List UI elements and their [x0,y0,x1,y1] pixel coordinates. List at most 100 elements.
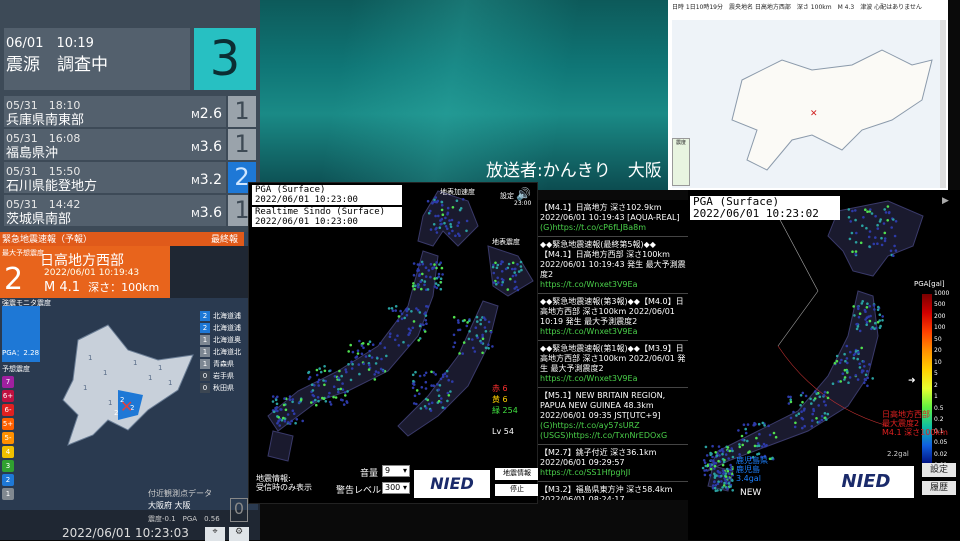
station-dot [839,380,842,383]
station-dot [894,220,898,223]
station-dot [422,323,425,327]
station-dot [368,349,371,353]
station-dot [317,378,321,382]
feed-text: 【M4.1】日高地方 深さ102.9km 2022/06/01 10:19:43… [540,203,680,222]
station-dot [449,225,453,229]
station-dot [373,373,376,376]
feed-item[interactable]: ◆◆緊急地震速報(最終第5報)◆◆【M4.1】日高地方西部 深さ100km 20… [538,237,688,294]
pga-tick-label: 1 [934,393,938,401]
feed-item[interactable]: 【M5.1】NEW BRITAIN REGION, PAPUA NEW GUIN… [538,388,688,445]
speaker-icon[interactable]: 🔊 [516,187,531,201]
station-dot [845,357,849,360]
feed-link[interactable]: (G)https://t.co/ay57sURZ (USGS)https://t… [540,421,686,441]
feed-link[interactable]: https://t.co/SS1HfpghJI [540,468,686,478]
station-dot [342,403,346,406]
station-dot [288,395,292,398]
eew-title: 緊急地震速報（予報） [2,235,93,245]
station-dot [311,389,315,392]
station-dot [332,385,336,388]
station-dot [301,419,304,423]
station-dot [310,383,314,386]
play-icon[interactable]: ▶ [942,196,949,206]
warn-level-select[interactable]: 300 ▾ [382,482,410,494]
station-dot [468,330,471,333]
station-dot [496,281,500,284]
station-dot [883,208,886,211]
quake-history-row[interactable]: 05/31 14:42 茨城県南部 M3.6 [4,195,226,227]
station-dot [826,391,829,394]
station-dot [893,244,896,248]
station-dot [403,316,406,320]
station-dot [811,412,814,416]
volume-select[interactable]: 9 ▾ [382,465,410,477]
station-dot [455,199,459,202]
kyoshin-stats: 赤 6 黄 6 緑 254 [492,383,518,416]
pga-scale-title: PGA[gal] [914,280,945,288]
legend-level: 5+ [2,418,14,430]
station-dot [343,391,347,394]
feed-item[interactable]: 【M2.7】銚子付近 深さ36.1km 2022/06/01 09:29:57 h… [538,445,688,482]
quake-info-button[interactable]: 地震情報 [495,468,539,480]
station-dot [443,372,447,375]
station-dot [356,349,360,352]
station-dot [803,407,806,411]
feed-item[interactable]: 【M3.2】福島県東方沖 深さ58.4km 2022/06/01 08:24:1… [538,482,688,500]
station-dot [438,226,442,229]
station-dot [730,466,733,469]
feed-link[interactable]: (G)https://t.co/cP6fLJBa8m [540,223,686,233]
kyoshin-settings[interactable]: 設定 🔊 [500,187,531,201]
station-dot [465,229,468,233]
station-dot [290,419,293,423]
station-dot [708,474,712,477]
quake-history-row[interactable]: 05/31 18:10 兵庫県南東部 M2.6 [4,96,226,128]
station-intensity: 0 [200,371,210,381]
locate-button[interactable]: ⌖ [205,527,225,541]
station-dot [496,276,499,280]
station-dot [772,431,776,435]
station-dot [519,260,523,264]
station-dot [429,228,433,231]
station-dot [275,402,279,406]
gal-value: 2.2gal [887,450,909,458]
settings-gear-icon[interactable]: ⚙ [229,527,249,541]
station-dot [276,395,279,399]
station-dot [889,249,893,253]
quake-history-row[interactable]: 05/31 15:50 石川県能登地方 M3.2 [4,162,226,194]
feed-link[interactable]: https://t.co/Wnxet3V9Ea [540,280,686,290]
station-dot [731,489,734,492]
latest-intensity-badge: 3 [194,28,256,90]
station-dot [789,416,793,420]
history-place: 茨城県南部 [6,212,72,227]
station-dot [291,409,295,412]
quake-history-row[interactable]: 05/31 16:08 福島県沖 M3.6 [4,129,226,161]
station-dot [413,394,417,398]
station-dot [801,391,805,395]
station-dot [397,344,401,347]
station-dot [713,476,717,479]
feed-link[interactable]: https://t.co/Wnxet3V9Ea [540,374,686,384]
pga-tick-label: 0.05 [934,439,948,447]
settings-button[interactable]: 設定 [922,463,956,477]
feed-link[interactable]: https://t.co/Wnxet3V9Ea [540,327,686,337]
station-dot [414,370,417,374]
station-dot [768,433,772,437]
svg-text:1: 1 [158,364,162,372]
feed-item[interactable]: ◆◆緊急地震速報(第1報)◆◆【M3.9】日高地方西部 深さ100km 2022… [538,341,688,388]
feed-item[interactable]: ◆◆緊急地震速報(第3報)◆◆【M4.0】日高地方西部 深さ100km 2022… [538,294,688,341]
station-dot [480,341,483,344]
station-dot [390,307,394,310]
mini-scrollbar[interactable] [940,20,946,188]
station-dot [511,261,515,265]
station-dot [849,350,852,354]
kyoshin-label-sindo: Realtime Sindo (Surface) 2022/06/01 10:2… [252,207,402,227]
jma-mini-map[interactable]: ✕ [672,20,942,188]
tweet-feed[interactable]: 【M4.1】日高地方 深さ102.9km 2022/06/01 10:19:43… [538,200,688,500]
station-dot [283,397,286,400]
feed-item[interactable]: 【M4.1】日高地方 深さ102.9km 2022/06/01 10:19:43… [538,200,688,237]
station-dot [349,378,353,382]
station-dot [868,230,872,233]
station-dot [426,288,430,291]
stop-button[interactable]: 停止 [495,484,539,496]
history-button[interactable]: 履歴 [922,481,956,495]
legend-level: 6- [2,404,14,416]
